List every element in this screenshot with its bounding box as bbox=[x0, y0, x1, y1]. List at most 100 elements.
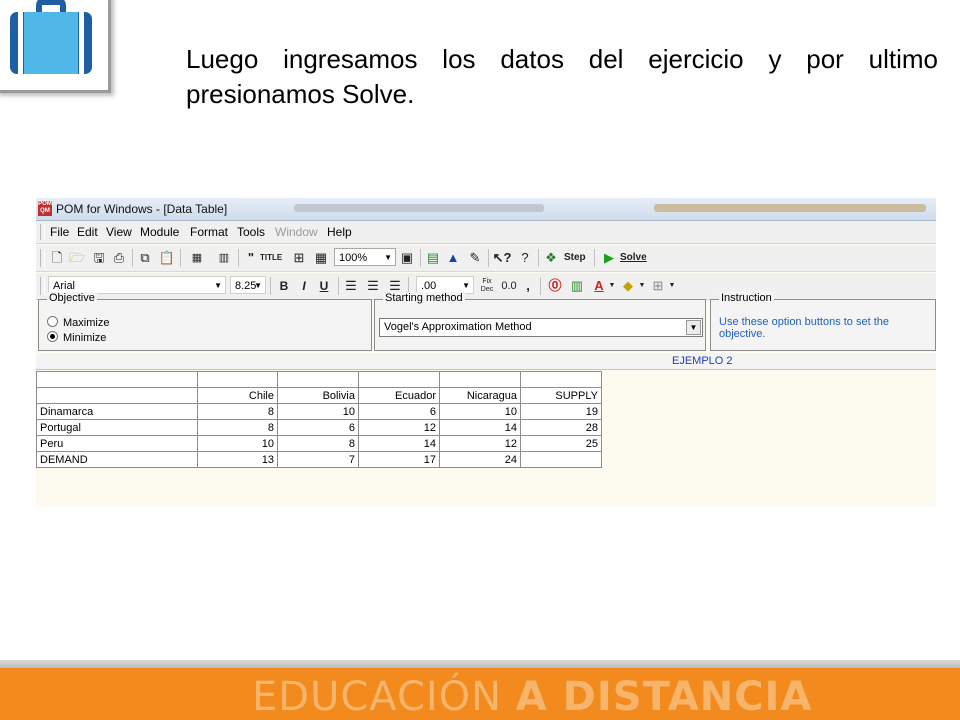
separator bbox=[538, 249, 539, 267]
print-icon[interactable]: ⎙ bbox=[110, 248, 128, 268]
table-cell[interactable]: 6 bbox=[358, 403, 440, 420]
column-header[interactable]: SUPPLY bbox=[520, 387, 602, 404]
chevron-down-icon: ▼ bbox=[686, 320, 701, 335]
open-folder-icon[interactable]: 🗁 bbox=[68, 248, 86, 268]
menu-edit[interactable]: Edit bbox=[77, 225, 98, 239]
chevron-down-icon[interactable]: ▼ bbox=[668, 276, 676, 296]
play-icon[interactable]: ▶ bbox=[602, 248, 616, 268]
menu-view[interactable]: View bbox=[106, 225, 132, 239]
new-file-icon[interactable]: 🗋 bbox=[48, 248, 66, 268]
solve-button[interactable]: Solve bbox=[620, 248, 647, 268]
menu-format[interactable]: Format bbox=[190, 225, 228, 239]
table-icon[interactable]: ⊞ bbox=[290, 248, 308, 268]
minimize-radio[interactable] bbox=[47, 331, 58, 342]
add-rows-icon[interactable]: ▦ bbox=[186, 248, 208, 268]
copy-icon[interactable]: ⧉ bbox=[136, 248, 154, 268]
table-cell[interactable]: 8 bbox=[277, 435, 359, 452]
table-cell[interactable]: 12 bbox=[358, 419, 440, 436]
column-header[interactable] bbox=[36, 387, 198, 404]
italic-button[interactable]: I bbox=[296, 276, 312, 296]
zoom-select[interactable]: 100% ▼ bbox=[334, 248, 396, 266]
table-cell[interactable] bbox=[439, 371, 521, 388]
menu-help[interactable]: Help bbox=[327, 225, 352, 239]
column-header[interactable]: Nicaragua bbox=[439, 387, 521, 404]
maximize-label: Maximize bbox=[63, 317, 110, 329]
font-color-icon[interactable]: A bbox=[590, 276, 608, 296]
table-row: Portugal 8 6 12 14 28 bbox=[36, 419, 602, 436]
row-label[interactable]: Dinamarca bbox=[36, 403, 198, 420]
menu-tools[interactable]: Tools bbox=[237, 225, 265, 239]
instruction-text: Use these option buttons to set the obje… bbox=[719, 316, 890, 340]
minimize-label: Minimize bbox=[63, 332, 107, 344]
paste-icon[interactable]: 📋 bbox=[158, 248, 176, 268]
chevron-down-icon[interactable]: ▼ bbox=[638, 276, 646, 296]
chart-bars-icon[interactable]: ▥ bbox=[568, 276, 586, 296]
table-cell[interactable]: 14 bbox=[358, 435, 440, 452]
table-cell[interactable]: 13 bbox=[197, 451, 278, 468]
window-icon[interactable]: ▣ bbox=[398, 248, 416, 268]
quote-icon[interactable]: " bbox=[244, 248, 258, 268]
comma-button[interactable]: , bbox=[522, 276, 534, 296]
table-cell[interactable]: 25 bbox=[520, 435, 602, 452]
step-icon[interactable]: ❖ bbox=[544, 248, 558, 268]
menu-file[interactable]: File bbox=[50, 225, 69, 239]
table-cell[interactable]: 8 bbox=[197, 403, 278, 420]
data-table: Chile Bolivia Ecuador Nicaragua SUPPLY D… bbox=[36, 371, 602, 468]
zero-decimals-button[interactable]: 0.0 bbox=[500, 276, 518, 296]
table-cell[interactable] bbox=[358, 371, 440, 388]
delete-rows-icon[interactable]: ▥ bbox=[214, 248, 234, 268]
title-icon[interactable]: TITLE bbox=[260, 248, 282, 268]
menu-module[interactable]: Module bbox=[140, 225, 179, 239]
row-label[interactable]: DEMAND bbox=[36, 451, 198, 468]
column-header[interactable]: Chile bbox=[197, 387, 278, 404]
borders-icon[interactable]: ⊞ bbox=[650, 276, 666, 296]
align-left-icon[interactable]: ☰ bbox=[342, 276, 360, 296]
maximize-option[interactable]: Maximize bbox=[47, 316, 109, 329]
table-cell[interactable]: 10 bbox=[197, 435, 278, 452]
normal-distribution-icon[interactable]: ▲ bbox=[444, 248, 462, 268]
zero-icon[interactable]: ⓪ bbox=[546, 276, 564, 296]
table-cell[interactable]: 12 bbox=[439, 435, 521, 452]
help-icon[interactable]: ? bbox=[516, 248, 534, 268]
table-cell[interactable]: 10 bbox=[277, 403, 359, 420]
table-cell[interactable]: 14 bbox=[439, 419, 521, 436]
minimize-option[interactable]: Minimize bbox=[47, 331, 106, 344]
table-cell[interactable] bbox=[197, 371, 278, 388]
step-button[interactable]: Step bbox=[564, 248, 586, 268]
row-label[interactable]: Portugal bbox=[36, 419, 198, 436]
column-header[interactable]: Ecuador bbox=[358, 387, 440, 404]
grid-icon[interactable]: ▦ bbox=[312, 248, 330, 268]
table-cell[interactable]: 8 bbox=[197, 419, 278, 436]
chart-icon[interactable]: ▤ bbox=[424, 248, 442, 268]
table-cell[interactable]: 19 bbox=[520, 403, 602, 420]
underline-button[interactable]: U bbox=[316, 276, 332, 296]
table-cell[interactable] bbox=[277, 371, 359, 388]
help-pointer-icon[interactable]: ↖? bbox=[492, 248, 512, 268]
save-icon[interactable]: 🖫 bbox=[90, 248, 108, 268]
fix-decimals-button[interactable]: Fix Dec bbox=[478, 276, 496, 296]
table-cell[interactable] bbox=[520, 451, 602, 468]
chevron-down-icon[interactable]: ▼ bbox=[608, 276, 616, 296]
align-center-icon[interactable]: ☰ bbox=[364, 276, 382, 296]
table-cell[interactable] bbox=[36, 371, 198, 388]
row-label[interactable]: Peru bbox=[36, 435, 198, 452]
separator bbox=[594, 249, 595, 267]
table-cell[interactable]: 17 bbox=[358, 451, 440, 468]
table-cell[interactable]: 24 bbox=[439, 451, 521, 468]
menu-window[interactable]: Window bbox=[275, 225, 318, 239]
table-cell[interactable]: 10 bbox=[439, 403, 521, 420]
blurred-background-text bbox=[654, 204, 926, 212]
table-cell[interactable]: 6 bbox=[277, 419, 359, 436]
column-header[interactable]: Bolivia bbox=[277, 387, 359, 404]
table-cell[interactable] bbox=[520, 371, 602, 388]
maximize-radio[interactable] bbox=[47, 316, 58, 327]
starting-method-select[interactable]: Vogel's Approximation Method ▼ bbox=[379, 318, 703, 337]
fill-color-icon[interactable]: ◆ bbox=[620, 276, 636, 296]
link-icon[interactable]: ✎ bbox=[466, 248, 484, 268]
chevron-down-icon: ▼ bbox=[214, 281, 222, 290]
table-cell[interactable]: 28 bbox=[520, 419, 602, 436]
font-size-select[interactable]: 8.25 ▼ bbox=[230, 276, 266, 294]
table-cell[interactable]: 7 bbox=[277, 451, 359, 468]
bold-button[interactable]: B bbox=[276, 276, 292, 296]
objective-legend: Objective bbox=[47, 292, 97, 304]
